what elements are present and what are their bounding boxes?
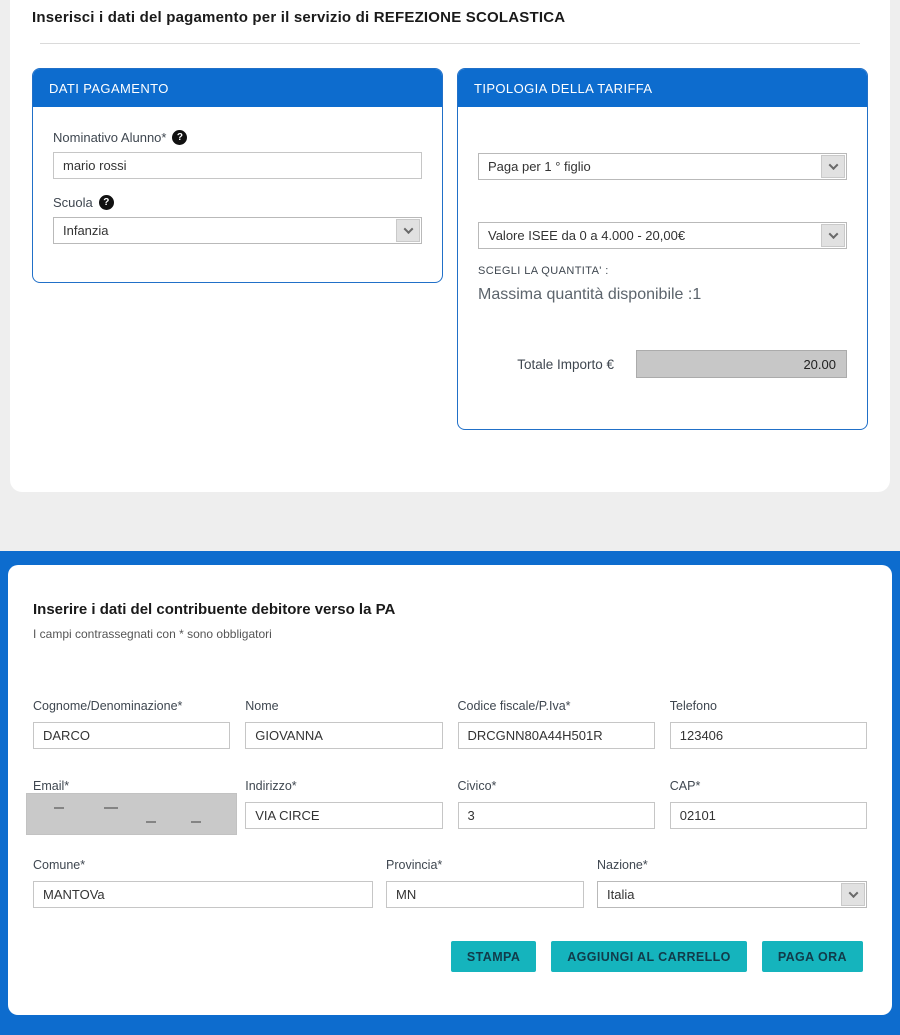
email-label: Email* <box>33 779 230 793</box>
scuola-label-row: Scuola ? <box>53 195 422 210</box>
quantity-caption: SCEGLI LA QUANTITA' : <box>478 265 847 277</box>
debtor-subheading: I campi contrassegnati con * sono obblig… <box>33 627 875 641</box>
nazione-select-value: Italia <box>598 882 840 907</box>
help-icon[interactable]: ? <box>172 130 187 145</box>
stampa-button[interactable]: STAMPA <box>451 941 536 972</box>
debtor-heading: Inserire i dati del contribuente debitor… <box>33 601 875 618</box>
indirizzo-label: Indirizzo* <box>245 779 442 793</box>
email-field-wrap <box>33 802 230 829</box>
total-importo-value: 20.00 <box>636 350 847 378</box>
comune-input[interactable] <box>33 881 373 908</box>
nome-input[interactable] <box>245 722 442 749</box>
action-buttons-row: STAMPA AGGIUNGI AL CARRELLO PAGA ORA <box>25 941 863 972</box>
provincia-label: Provincia* <box>386 858 584 872</box>
civico-input[interactable] <box>458 802 655 829</box>
paga-ora-button[interactable]: PAGA ORA <box>762 941 863 972</box>
field-nazione: Nazione* Italia <box>597 858 867 908</box>
isee-select-value: Valore ISEE da 0 a 4.000 - 20,00€ <box>479 223 820 248</box>
indirizzo-input[interactable] <box>245 802 442 829</box>
field-indirizzo: Indirizzo* <box>245 779 442 829</box>
nazione-select[interactable]: Italia <box>597 881 867 908</box>
chevron-down-icon <box>396 219 420 242</box>
telefono-input[interactable] <box>670 722 867 749</box>
figlio-select[interactable]: Paga per 1 ° figlio <box>478 153 847 180</box>
cap-input[interactable] <box>670 802 867 829</box>
total-importo-label: Totale Importo € <box>517 357 614 372</box>
field-provincia: Provincia* <box>386 858 584 908</box>
field-civico: Civico* <box>458 779 655 829</box>
email-redaction-overlay <box>26 793 237 835</box>
field-nome: Nome <box>245 699 442 749</box>
dati-pagamento-panel: DATI PAGAMENTO Nominativo Alunno* ? Scuo… <box>32 68 443 283</box>
nazione-label: Nazione* <box>597 858 867 872</box>
provincia-input[interactable] <box>386 881 584 908</box>
codice-fiscale-label: Codice fiscale/P.Iva* <box>458 699 655 713</box>
payment-service-card: Inserisci i dati del pagamento per il se… <box>10 0 890 492</box>
field-telefono: Telefono <box>670 699 867 749</box>
field-codice-fiscale: Codice fiscale/P.Iva* <box>458 699 655 749</box>
cognome-input[interactable] <box>33 722 230 749</box>
help-icon[interactable]: ? <box>99 195 114 210</box>
scuola-label: Scuola <box>53 195 93 210</box>
scuola-select-value: Infanzia <box>54 218 395 243</box>
debtor-section-band: Inserire i dati del contribuente debitor… <box>0 551 900 1035</box>
codice-fiscale-input[interactable] <box>458 722 655 749</box>
panels-container: DATI PAGAMENTO Nominativo Alunno* ? Scuo… <box>32 68 868 430</box>
page-title: Inserisci i dati del pagamento per il se… <box>32 0 868 26</box>
chevron-down-icon <box>821 224 845 247</box>
field-cap: CAP* <box>670 779 867 829</box>
divider <box>40 43 860 44</box>
dati-pagamento-header: DATI PAGAMENTO <box>33 69 442 107</box>
dati-pagamento-body: Nominativo Alunno* ? Scuola ? Infanzia <box>33 107 442 244</box>
cognome-label: Cognome/Denominazione* <box>33 699 230 713</box>
figlio-select-value: Paga per 1 ° figlio <box>479 154 820 179</box>
field-comune: Comune* <box>33 858 373 908</box>
tipologia-tariffa-body: Paga per 1 ° figlio Valore ISEE da 0 a 4… <box>458 107 867 378</box>
tipologia-tariffa-header: TIPOLOGIA DELLA TARIFFA <box>458 69 867 107</box>
chevron-down-icon <box>841 883 865 906</box>
debtor-card: Inserire i dati del contribuente debitor… <box>8 565 892 1015</box>
total-row: Totale Importo € 20.00 <box>478 350 847 378</box>
tipologia-tariffa-panel: TIPOLOGIA DELLA TARIFFA Paga per 1 ° fig… <box>457 68 868 430</box>
scuola-select[interactable]: Infanzia <box>53 217 422 244</box>
field-email: Email* <box>33 779 230 829</box>
nome-label: Nome <box>245 699 442 713</box>
aggiungi-al-carrello-button[interactable]: AGGIUNGI AL CARRELLO <box>551 941 747 972</box>
cap-label: CAP* <box>670 779 867 793</box>
field-cognome: Cognome/Denominazione* <box>33 699 230 749</box>
civico-label: Civico* <box>458 779 655 793</box>
max-quantity-text: Massima quantità disponibile :1 <box>478 286 847 304</box>
comune-label: Comune* <box>33 858 373 872</box>
nominativo-label-row: Nominativo Alunno* ? <box>53 130 422 145</box>
debtor-form-row1: Cognome/Denominazione* Nome Codice fisca… <box>25 699 875 749</box>
debtor-form-row2: Email* Indirizzo* Civico* CAP* <box>25 779 875 829</box>
nominativo-alunno-input[interactable] <box>53 152 422 179</box>
debtor-form-row3: Comune* Provincia* Nazione* Italia <box>25 858 875 908</box>
nominativo-label: Nominativo Alunno* <box>53 130 166 145</box>
chevron-down-icon <box>821 155 845 178</box>
telefono-label: Telefono <box>670 699 867 713</box>
isee-select[interactable]: Valore ISEE da 0 a 4.000 - 20,00€ <box>478 222 847 249</box>
